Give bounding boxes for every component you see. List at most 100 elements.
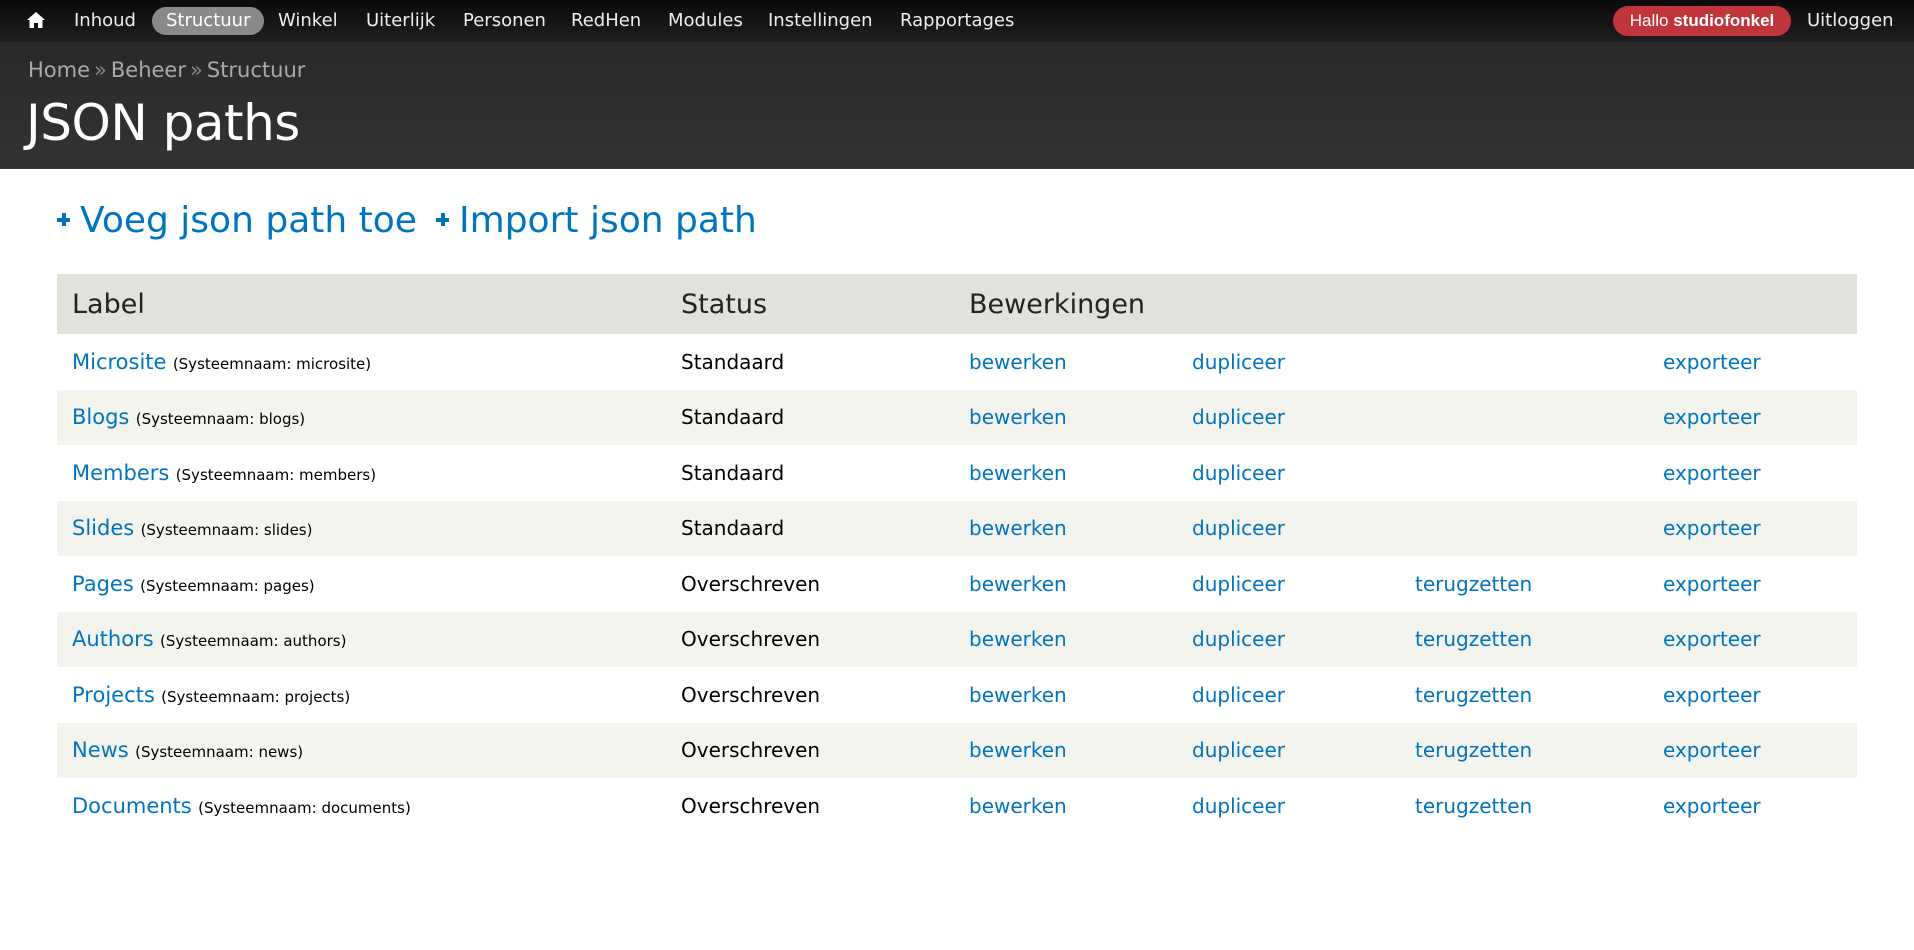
- row-label-link[interactable]: Microsite: [72, 350, 166, 374]
- home-icon[interactable]: [26, 11, 46, 29]
- breadcrumb-beheer[interactable]: Beheer: [111, 58, 186, 82]
- edit-link[interactable]: bewerken: [969, 683, 1067, 707]
- edit-link[interactable]: bewerken: [969, 405, 1067, 429]
- row-label-link[interactable]: Documents: [72, 794, 192, 818]
- duplicate-link[interactable]: dupliceer: [1192, 738, 1285, 762]
- operation-cell: exporteer: [1648, 556, 1857, 612]
- operation-cell: exporteer: [1648, 500, 1857, 556]
- operation-cell: dupliceer: [1177, 500, 1400, 556]
- breadcrumb-structuur[interactable]: Structuur: [207, 58, 306, 82]
- export-link[interactable]: exporteer: [1663, 405, 1761, 429]
- operation-cell: terugzetten: [1400, 778, 1648, 834]
- operation-cell: exporteer: [1648, 778, 1857, 834]
- export-link[interactable]: exporteer: [1663, 738, 1761, 762]
- machine-name: (Systeemnaam: blogs): [135, 410, 306, 429]
- plus-icon: [436, 212, 450, 226]
- edit-link[interactable]: bewerken: [969, 572, 1067, 596]
- edit-link[interactable]: bewerken: [969, 627, 1067, 651]
- machine-name: (Systeemnaam: members): [175, 465, 377, 484]
- row-label-link[interactable]: Blogs: [72, 405, 129, 429]
- operation-cell: dupliceer: [1177, 722, 1400, 778]
- revert-link[interactable]: terugzetten: [1415, 572, 1532, 596]
- menu-item-redhen[interactable]: RedHen: [571, 7, 641, 35]
- operation-cell: bewerken: [954, 500, 1177, 556]
- menu-item-winkel[interactable]: Winkel: [278, 7, 338, 35]
- table-row: News (Systeemnaam: news) Overschreven bewe…: [57, 722, 1857, 778]
- duplicate-link[interactable]: dupliceer: [1192, 516, 1285, 540]
- revert-link[interactable]: terugzetten: [1415, 627, 1532, 651]
- import-json-path-link[interactable]: Import json path: [436, 200, 757, 241]
- duplicate-link[interactable]: dupliceer: [1192, 794, 1285, 818]
- menu-item-structuur[interactable]: Structuur: [152, 7, 265, 35]
- row-label-link[interactable]: News: [72, 738, 129, 762]
- table-row: Projects (Systeemnaam: projects) Overschr…: [57, 667, 1857, 723]
- row-label-link[interactable]: Pages: [72, 572, 134, 596]
- status-cell: Overschreven: [666, 556, 954, 612]
- revert-link[interactable]: terugzetten: [1415, 683, 1532, 707]
- json-paths-table: Label Status Bewerkingen Microsite (Syst…: [57, 274, 1857, 834]
- revert-link[interactable]: terugzetten: [1415, 738, 1532, 762]
- export-link[interactable]: exporteer: [1663, 516, 1761, 540]
- action-links: Voeg json path toe Import json path: [57, 200, 771, 244]
- user-greeting-badge[interactable]: Hallo studiofonkel: [1613, 6, 1791, 36]
- column-header-label: Label: [57, 274, 666, 334]
- add-json-path-label: Voeg json path toe: [80, 200, 417, 241]
- menu-item-instellingen[interactable]: Instellingen: [768, 7, 873, 35]
- edit-link[interactable]: bewerken: [969, 461, 1067, 485]
- import-json-path-label: Import json path: [459, 200, 757, 241]
- export-link[interactable]: exporteer: [1663, 683, 1761, 707]
- duplicate-link[interactable]: dupliceer: [1192, 461, 1285, 485]
- edit-link[interactable]: bewerken: [969, 350, 1067, 374]
- operation-cell: dupliceer: [1177, 389, 1400, 445]
- row-label-link[interactable]: Authors: [72, 627, 154, 651]
- export-link[interactable]: exporteer: [1663, 572, 1761, 596]
- duplicate-link[interactable]: dupliceer: [1192, 350, 1285, 374]
- menu-item-personen[interactable]: Personen: [463, 7, 546, 35]
- operation-cell: exporteer: [1648, 667, 1857, 723]
- status-cell: Overschreven: [666, 667, 954, 723]
- export-link[interactable]: exporteer: [1663, 461, 1761, 485]
- label-cell: Blogs (Systeemnaam: blogs): [57, 389, 666, 445]
- table-row: Members (Systeemnaam: members) Standaard b…: [57, 445, 1857, 501]
- export-link[interactable]: exporteer: [1663, 794, 1761, 818]
- operation-cell: bewerken: [954, 389, 1177, 445]
- menu-item-inhoud[interactable]: Inhoud: [74, 7, 136, 35]
- row-label-link[interactable]: Slides: [72, 516, 134, 540]
- edit-link[interactable]: bewerken: [969, 794, 1067, 818]
- admin-toolbar: Inhoud Structuur Winkel Uiterlijk Person…: [0, 0, 1914, 42]
- duplicate-link[interactable]: dupliceer: [1192, 405, 1285, 429]
- column-header-status: Status: [666, 274, 954, 334]
- label-cell: Microsite (Systeemnaam: microsite): [57, 334, 666, 390]
- machine-name: (Systeemnaam: microsite): [172, 354, 372, 373]
- duplicate-link[interactable]: dupliceer: [1192, 683, 1285, 707]
- plus-icon: [57, 212, 70, 226]
- export-link[interactable]: exporteer: [1663, 350, 1761, 374]
- machine-name: (Systeemnaam: projects): [161, 687, 351, 706]
- operation-cell: dupliceer: [1177, 667, 1400, 723]
- operation-cell: terugzetten: [1400, 667, 1648, 723]
- page-title: JSON paths: [26, 94, 300, 152]
- label-cell: Pages (Systeemnaam: pages): [57, 556, 666, 612]
- export-link[interactable]: exporteer: [1663, 627, 1761, 651]
- row-label-link[interactable]: Projects: [72, 683, 155, 707]
- duplicate-link[interactable]: dupliceer: [1192, 627, 1285, 651]
- breadcrumb-home[interactable]: Home: [28, 58, 90, 82]
- duplicate-link[interactable]: dupliceer: [1192, 572, 1285, 596]
- operation-cell: bewerken: [954, 445, 1177, 501]
- machine-name: (Systeemnaam: documents): [198, 798, 411, 817]
- menu-item-uiterlijk[interactable]: Uiterlijk: [366, 7, 435, 35]
- greeting-prefix: Hallo: [1629, 11, 1669, 30]
- row-label-link[interactable]: Members: [72, 461, 169, 485]
- menu-item-rapportages[interactable]: Rapportages: [900, 7, 1014, 35]
- menu-item-modules[interactable]: Modules: [668, 7, 743, 35]
- operation-cell: terugzetten: [1400, 611, 1648, 667]
- operation-cell: [1400, 334, 1648, 390]
- operation-cell: bewerken: [954, 778, 1177, 834]
- logout-link[interactable]: Uitloggen: [1807, 7, 1894, 35]
- edit-link[interactable]: bewerken: [969, 516, 1067, 540]
- revert-link[interactable]: terugzetten: [1415, 794, 1532, 818]
- add-json-path-link[interactable]: Voeg json path toe: [57, 200, 417, 241]
- edit-link[interactable]: bewerken: [969, 738, 1067, 762]
- operation-cell: dupliceer: [1177, 334, 1400, 390]
- operation-cell: bewerken: [954, 722, 1177, 778]
